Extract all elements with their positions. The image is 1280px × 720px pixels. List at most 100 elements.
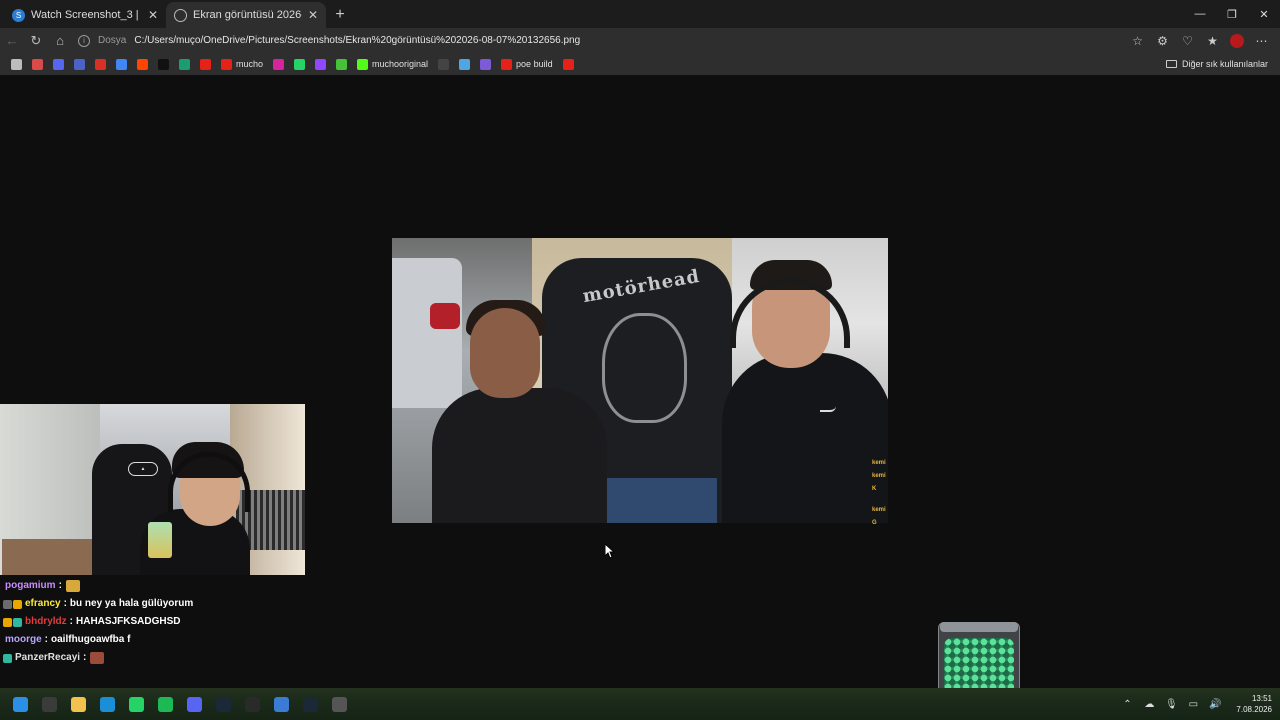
new-tab-button[interactable]: + <box>326 2 354 28</box>
clock[interactable]: 13:51 7.08.2026 <box>1236 693 1272 715</box>
close-tab-icon[interactable]: ✕ <box>308 8 318 22</box>
file-explorer-icon <box>70 696 86 712</box>
bookmark-item[interactable]: muchooriginal <box>352 54 433 74</box>
bookmark-item[interactable] <box>289 54 310 74</box>
bookmark-item[interactable] <box>174 54 195 74</box>
taskbar-app[interactable] <box>8 692 32 716</box>
bookmark-item[interactable] <box>111 54 132 74</box>
bookmark-item[interactable] <box>153 54 174 74</box>
menu-icon[interactable]: ⋯ <box>1249 30 1274 52</box>
chat-message: pogamium: <box>0 577 320 595</box>
chat-separator: : <box>83 652 87 663</box>
microphone-icon[interactable]: 🎙 <box>1164 697 1178 711</box>
refresh-icon[interactable]: ↻ <box>24 29 48 53</box>
home-icon[interactable]: ⌂ <box>48 29 72 53</box>
spotify-icon <box>157 696 173 712</box>
chat-username[interactable]: PanzerRecayi <box>15 649 80 667</box>
bookmark-item[interactable] <box>132 54 153 74</box>
bookmark-item[interactable]: poe build <box>496 54 558 74</box>
chat-username[interactable]: efrancy <box>25 595 61 613</box>
chat-username[interactable]: pogamium <box>5 577 56 595</box>
tab-screenshot[interactable]: Ekran görüntüsü 2026-08-07 132656.png ✕ <box>166 2 326 28</box>
taskbar-app[interactable] <box>211 692 235 716</box>
taskbar-app[interactable] <box>37 692 61 716</box>
volume-icon[interactable]: 🔊 <box>1208 697 1222 711</box>
gmail-icon <box>95 58 106 70</box>
bookmark-item[interactable] <box>454 54 475 74</box>
overlay-chat-text: kemi <box>872 507 886 513</box>
taskbar-app[interactable] <box>95 692 119 716</box>
taskbar-app[interactable] <box>153 692 177 716</box>
chat-separator: : <box>63 598 67 609</box>
chat-badge-icon <box>13 617 22 627</box>
overlay-chat-fragment: kemi kemi K kemi G <box>872 444 892 530</box>
minimize-icon[interactable]: — <box>1184 0 1216 28</box>
taskbar-app[interactable] <box>182 692 206 716</box>
taskbar-app[interactable] <box>66 692 90 716</box>
display-icon[interactable]: ▭ <box>1186 697 1200 711</box>
other-bookmarks[interactable]: Diğer sık kullanılanlar <box>1165 53 1268 75</box>
close-tab-icon[interactable]: ✕ <box>148 8 158 22</box>
webcam-overlay: ▲ <box>0 404 305 575</box>
bookmark-item[interactable] <box>268 54 289 74</box>
favorites-icon[interactable]: ★ <box>1200 30 1225 52</box>
discord-icon <box>53 58 64 70</box>
bookmark-item[interactable] <box>475 54 496 74</box>
address-field[interactable]: i Dosya C:/Users/muço/OneDrive/Pictures/… <box>78 30 1125 52</box>
file-label: Dosya <box>98 35 127 46</box>
extensions-icon[interactable]: ⚙ <box>1150 30 1175 52</box>
tab-streamable[interactable]: S Watch Screenshot_3 | Streamable ✕ <box>4 2 166 28</box>
bookmarks-bar: mucho muchooriginal poe build Diğer sık ku… <box>0 53 1280 75</box>
bookmark-item[interactable] <box>90 54 111 74</box>
bookmark-label: mucho <box>236 59 264 69</box>
bookmark-item[interactable] <box>69 54 90 74</box>
bookmark-item[interactable] <box>558 54 579 74</box>
url-text[interactable]: C:/Users/muço/OneDrive/Pictures/Screensh… <box>134 35 580 46</box>
steam-icon <box>215 696 231 712</box>
google-icon <box>116 58 127 70</box>
back-icon[interactable]: ← <box>0 29 24 53</box>
taskbar-app[interactable] <box>327 692 351 716</box>
edge-icon <box>99 696 115 712</box>
tab-title: Ekran görüntüsü 2026-08-07 132656.png <box>193 9 302 21</box>
chat-message: bhdryldz: HAHASJFKSADGHSD <box>0 613 320 631</box>
x-icon <box>158 58 169 70</box>
taskbar-app[interactable] <box>124 692 148 716</box>
app-icon <box>459 58 471 70</box>
bookmark-item[interactable] <box>195 54 216 74</box>
browser-essentials-icon[interactable]: ♡ <box>1175 30 1200 52</box>
clock-date: 7.08.2026 <box>1236 705 1272 714</box>
stream-chat: pogamium: efrancy: bu ney ya hala gülüyoru… <box>0 577 320 667</box>
onedrive-icon[interactable]: ☁ <box>1142 697 1156 711</box>
chat-username[interactable]: bhdryldz <box>25 613 67 631</box>
bookmark-item[interactable] <box>6 54 27 74</box>
favorite-star-icon[interactable]: ☆ <box>1125 30 1150 52</box>
taskbar-app[interactable] <box>269 692 293 716</box>
bookmark-item[interactable] <box>310 54 331 74</box>
bookmark-item[interactable] <box>433 54 454 74</box>
app-icon <box>480 58 492 70</box>
instagram-icon <box>273 58 285 70</box>
bookmark-item[interactable]: mucho <box>216 54 268 74</box>
store-icon <box>41 696 57 712</box>
reddit-icon <box>137 58 148 70</box>
taskbar-app[interactable] <box>298 692 322 716</box>
profile-avatar[interactable] <box>1230 33 1244 48</box>
bookmark-item[interactable] <box>27 54 48 74</box>
window-controls: — ❐ ✕ <box>1184 0 1280 28</box>
close-window-icon[interactable]: ✕ <box>1248 0 1280 28</box>
chevron-up-icon[interactable]: ⌃ <box>1120 697 1134 711</box>
discord-icon <box>186 696 202 712</box>
chat-username[interactable]: moorge <box>5 631 42 649</box>
chat-message: efrancy: bu ney ya hala gülüyorum <box>0 595 320 613</box>
bookmark-item[interactable] <box>48 54 69 74</box>
taskbar-app[interactable] <box>240 692 264 716</box>
chat-separator: : <box>69 616 74 627</box>
screenshot-image: motörhead <box>392 238 888 523</box>
bookmark-item[interactable] <box>331 54 352 74</box>
chat-text: bu ney ya hala gülüyorum <box>69 598 194 609</box>
streamable-icon: S <box>12 8 25 22</box>
bookmark-icon <box>32 58 43 70</box>
info-icon[interactable]: i <box>78 34 90 47</box>
restore-icon[interactable]: ❐ <box>1216 0 1248 28</box>
